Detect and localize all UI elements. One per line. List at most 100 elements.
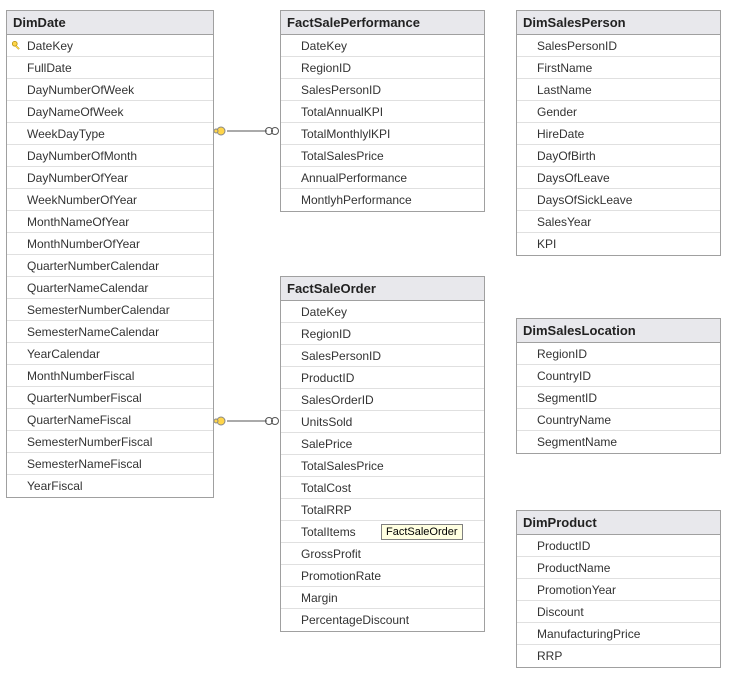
column-row[interactable]: KPI (517, 233, 720, 255)
column-name: QuarterNameCalendar (27, 281, 207, 295)
column-row[interactable]: QuarterNameFiscal (7, 409, 213, 431)
column-row[interactable]: TotalSalesPrice (281, 455, 484, 477)
table-body-dimdate: DateKeyFullDateDayNumberOfWeekDayNameOfW… (7, 35, 213, 497)
column-row[interactable]: RRP (517, 645, 720, 667)
column-name: DaysOfSickLeave (537, 193, 714, 207)
table-header[interactable]: DimDate (7, 11, 213, 35)
column-row[interactable]: ManufacturingPrice (517, 623, 720, 645)
column-name: SalesPersonID (301, 83, 478, 97)
column-row[interactable]: DayNumberOfWeek (7, 79, 213, 101)
table-title: DimProduct (523, 515, 597, 530)
column-name: SalesOrderID (301, 393, 478, 407)
column-name: ManufacturingPrice (537, 627, 714, 641)
column-name: QuarterNameFiscal (27, 413, 207, 427)
table-title: DimSalesLocation (523, 323, 636, 338)
column-row[interactable]: SemesterNumberCalendar (7, 299, 213, 321)
column-row[interactable]: SegmentName (517, 431, 720, 453)
table-factsaleperformance[interactable]: FactSalePerformance DateKeyRegionID Sales… (280, 10, 485, 212)
tooltip-text: FactSaleOrder (386, 526, 458, 538)
column-row[interactable]: UnitsSold (281, 411, 484, 433)
column-name: LastName (537, 83, 714, 97)
column-row[interactable]: SegmentID (517, 387, 720, 409)
column-name: TotalSalesPrice (301, 459, 478, 473)
column-row[interactable]: DateKey (7, 35, 213, 57)
column-row[interactable]: RegionID (281, 323, 484, 345)
column-row[interactable]: SalesYear (517, 211, 720, 233)
column-name: CountryName (537, 413, 714, 427)
column-row[interactable]: WeekNumberOfYear (7, 189, 213, 211)
column-row[interactable]: DateKey (281, 301, 484, 323)
column-row[interactable]: QuarterNameCalendar (7, 277, 213, 299)
column-row[interactable]: CountryName (517, 409, 720, 431)
column-row[interactable]: MontlyhPerformance (281, 189, 484, 211)
table-dimsalesperson[interactable]: DimSalesPerson SalesPersonIDFirstName Las… (516, 10, 721, 256)
column-row[interactable]: TotalAnnualKPI (281, 101, 484, 123)
table-body-dimproduct: ProductIDProductNamePromotionYearDiscoun… (517, 535, 720, 667)
table-factsaleorder[interactable]: FactSaleOrder DateKeyRegionIDSalesPerson… (280, 276, 485, 632)
column-name: MonthNumberFiscal (27, 369, 207, 383)
column-row[interactable]: MonthNameOfYear (7, 211, 213, 233)
column-row[interactable]: LastName (517, 79, 720, 101)
column-row[interactable]: Margin (281, 587, 484, 609)
column-row[interactable]: YearCalendar (7, 343, 213, 365)
column-row[interactable]: SemesterNameFiscal (7, 453, 213, 475)
column-row[interactable]: RegionID (517, 343, 720, 365)
column-row[interactable]: MonthNumberOfYear (7, 233, 213, 255)
column-row[interactable]: AnnualPerformance (281, 167, 484, 189)
column-row[interactable]: ProductName (517, 557, 720, 579)
column-row[interactable]: SalesPersonID (281, 345, 484, 367)
table-header[interactable]: DimSalesPerson (517, 11, 720, 35)
table-dimproduct[interactable]: DimProduct ProductIDProductNamePromotion… (516, 510, 721, 668)
table-dimdate[interactable]: DimDate DateKeyFullDateDayNumberOfWeekDa… (6, 10, 214, 498)
column-row[interactable]: GrossProfit (281, 543, 484, 565)
column-row[interactable]: DayNameOfWeek (7, 101, 213, 123)
table-header[interactable]: FactSalePerformance (281, 11, 484, 35)
column-name: WeekNumberOfYear (27, 193, 207, 207)
column-row[interactable]: DayNumberOfYear (7, 167, 213, 189)
column-name: PercentageDiscount (301, 613, 478, 627)
column-row[interactable]: SalesOrderID (281, 389, 484, 411)
table-header[interactable]: DimSalesLocation (517, 319, 720, 343)
table-header[interactable]: DimProduct (517, 511, 720, 535)
column-row[interactable]: TotalMonthlylKPI (281, 123, 484, 145)
column-name: SegmentName (537, 435, 714, 449)
column-row[interactable]: PromotionYear (517, 579, 720, 601)
column-row[interactable]: FullDate (7, 57, 213, 79)
column-row[interactable]: HireDate (517, 123, 720, 145)
column-row[interactable]: SemesterNameCalendar (7, 321, 213, 343)
column-row[interactable]: QuarterNumberCalendar (7, 255, 213, 277)
column-row[interactable]: CountryID (517, 365, 720, 387)
column-row[interactable]: Discount (517, 601, 720, 623)
column-row[interactable]: PercentageDiscount (281, 609, 484, 631)
column-row[interactable]: FirstName (517, 57, 720, 79)
column-row[interactable]: RegionID (281, 57, 484, 79)
column-row[interactable]: DaysOfLeave (517, 167, 720, 189)
column-row[interactable]: DayOfBirth (517, 145, 720, 167)
column-name: Margin (301, 591, 478, 605)
column-name: QuarterNumberFiscal (27, 391, 207, 405)
table-dimsaleslocation[interactable]: DimSalesLocation RegionIDCountryIDSegmen… (516, 318, 721, 454)
column-row[interactable]: ProductID (281, 367, 484, 389)
column-row[interactable]: SalesPersonID (281, 79, 484, 101)
column-row[interactable]: SalePrice (281, 433, 484, 455)
column-row[interactable]: QuarterNumberFiscal (7, 387, 213, 409)
column-row[interactable]: DateKey (281, 35, 484, 57)
table-header[interactable]: FactSaleOrder (281, 277, 484, 301)
column-row[interactable]: WeekDayType (7, 123, 213, 145)
column-name: SalePrice (301, 437, 478, 451)
column-row[interactable]: TotalSalesPrice (281, 145, 484, 167)
column-row[interactable]: Gender (517, 101, 720, 123)
column-row[interactable]: SalesPersonID (517, 35, 720, 57)
column-row[interactable]: TotalCost (281, 477, 484, 499)
column-row[interactable]: DayNumberOfMonth (7, 145, 213, 167)
column-row[interactable]: DaysOfSickLeave (517, 189, 720, 211)
column-row[interactable]: ProductID (517, 535, 720, 557)
column-row[interactable]: PromotionRate (281, 565, 484, 587)
column-name: TotalMonthlylKPI (301, 127, 478, 141)
column-row[interactable]: MonthNumberFiscal (7, 365, 213, 387)
column-row[interactable]: TotalRRP (281, 499, 484, 521)
column-row[interactable]: YearFiscal (7, 475, 213, 497)
column-name: QuarterNumberCalendar (27, 259, 207, 273)
column-row[interactable]: SemesterNumberFiscal (7, 431, 213, 453)
column-name: TotalSalesPrice (301, 149, 478, 163)
